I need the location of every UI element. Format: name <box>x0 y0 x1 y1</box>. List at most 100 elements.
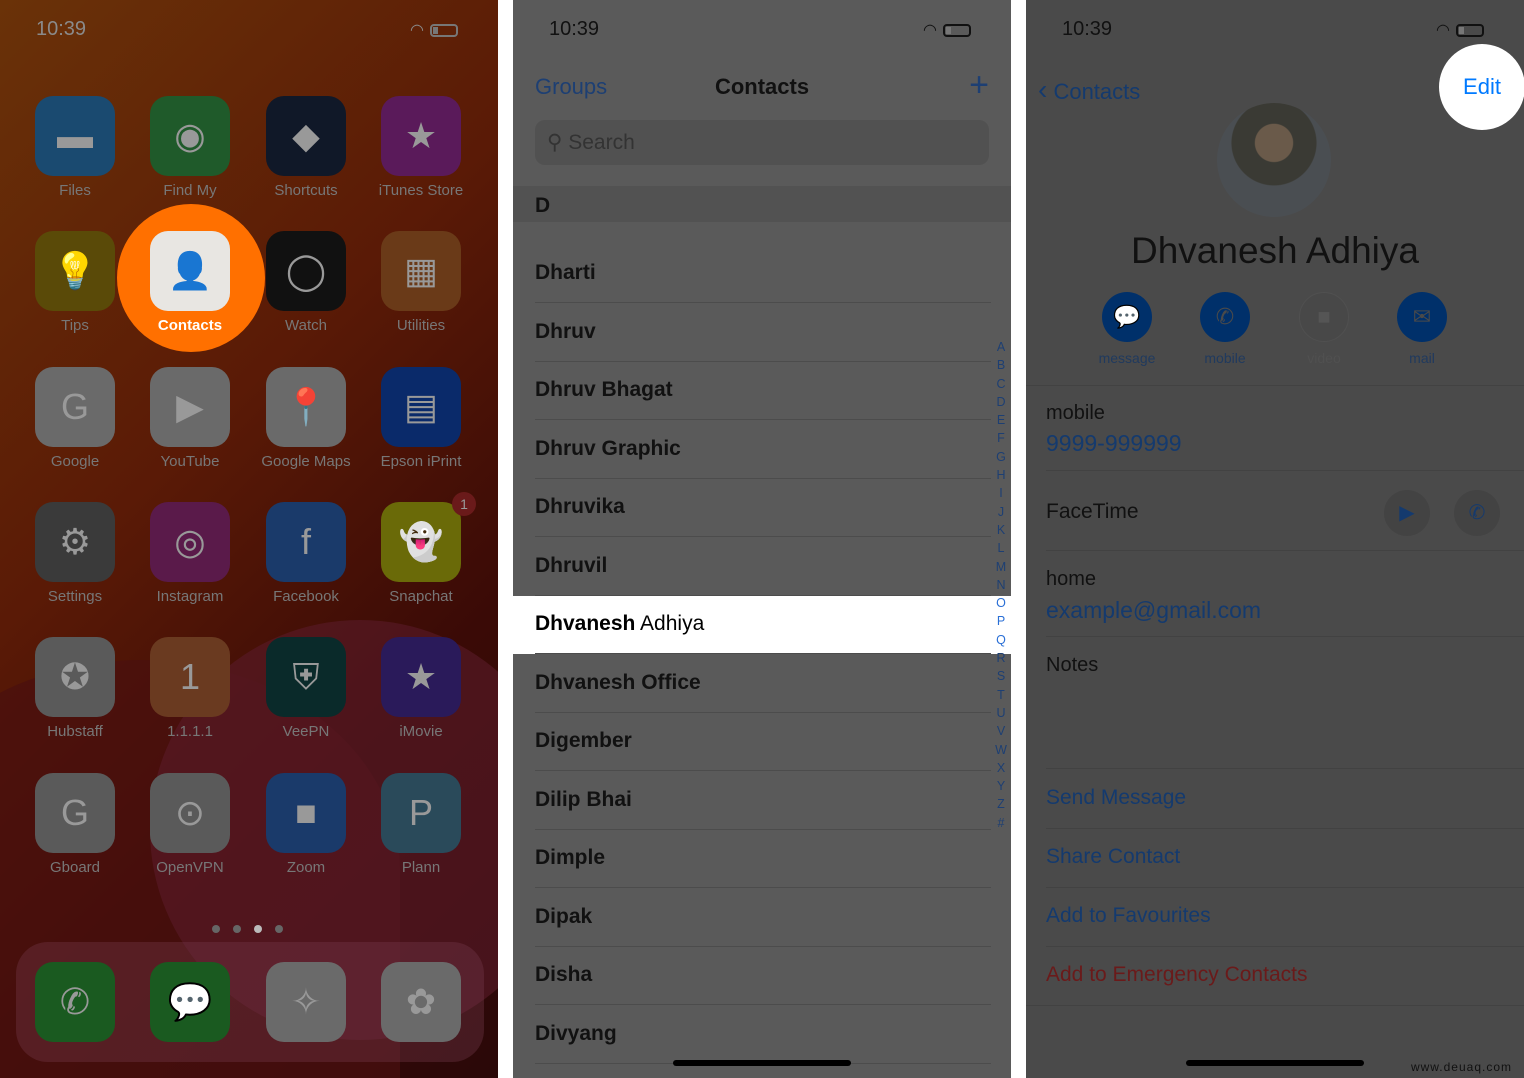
facetime-video-button[interactable]: ▶ <box>1384 490 1430 536</box>
app-label: Google <box>50 453 100 470</box>
page-indicator[interactable] <box>212 920 296 938</box>
mobile-action-button[interactable]: ✆ mobile <box>1185 292 1265 366</box>
contact-row[interactable]: Dhvanesh Adhiya <box>513 596 1011 654</box>
dock-messages[interactable]: 💬 <box>135 962 245 1042</box>
app-hubstaff[interactable]: ✪ Hubstaff <box>20 637 130 740</box>
notes-label[interactable]: Notes <box>1046 654 1098 677</box>
contact-row[interactable]: Dhvanesh Office <box>513 655 1011 713</box>
index-letter[interactable]: J <box>994 503 1008 521</box>
message-action-button[interactable]: 💬 message <box>1087 292 1167 366</box>
mail-action-button[interactable]: ✉ mail <box>1382 292 1462 366</box>
app-imovie[interactable]: ★ iMovie <box>366 637 476 740</box>
mobile-value[interactable]: 9999-999999 <box>1046 430 1182 457</box>
index-letter[interactable]: M <box>994 558 1008 576</box>
contact-row[interactable]: Dhruvika <box>513 479 1011 537</box>
send-message-link[interactable]: Send Message <box>1046 786 1186 810</box>
google-icon: G <box>35 367 115 447</box>
index-letter[interactable]: R <box>994 649 1008 667</box>
index-letter[interactable]: X <box>994 759 1008 777</box>
index-letter[interactable]: N <box>994 576 1008 594</box>
search-input[interactable]: ⚲ Search <box>535 120 989 165</box>
home-indicator[interactable] <box>673 1060 851 1066</box>
contact-row[interactable]: Dipak <box>513 889 1011 947</box>
dock-safari[interactable]: ✧ <box>251 962 361 1042</box>
index-letter[interactable]: I <box>994 484 1008 502</box>
contact-row[interactable]: Dhruvil <box>513 538 1011 596</box>
contact-row[interactable]: Disha <box>513 947 1011 1005</box>
share-contact-link[interactable]: Share Contact <box>1046 845 1180 869</box>
index-letter[interactable]: E <box>994 411 1008 429</box>
folder-icon: ▬ <box>35 96 115 176</box>
app-watch[interactable]: ◯ Watch <box>251 231 361 334</box>
index-letter[interactable]: C <box>994 375 1008 393</box>
index-letter[interactable]: Q <box>994 631 1008 649</box>
app-snapchat[interactable]: 👻 Snapchat 1 <box>366 492 476 605</box>
contact-row[interactable]: Dimple <box>513 830 1011 888</box>
app-instagram[interactable]: ◎ Instagram <box>135 502 245 605</box>
app-epson-iprint[interactable]: ▤ Epson iPrint <box>366 367 476 470</box>
video-action-button[interactable]: ■ video <box>1284 292 1364 366</box>
app-google[interactable]: G Google <box>20 367 130 470</box>
index-letter[interactable]: T <box>994 686 1008 704</box>
app-settings[interactable]: ⚙ Settings <box>20 502 130 605</box>
add-to-favourites-link[interactable]: Add to Favourites <box>1046 904 1211 928</box>
index-letter[interactable]: K <box>994 521 1008 539</box>
contact-row[interactable]: Digember <box>513 713 1011 771</box>
camera-icon: ◎ <box>150 502 230 582</box>
app-gboard[interactable]: G Gboard <box>20 773 130 876</box>
facetime-audio-button[interactable]: ✆ <box>1454 490 1500 536</box>
index-letter[interactable]: F <box>994 429 1008 447</box>
keyhole-icon: ⊙ <box>150 773 230 853</box>
email-value[interactable]: example@gmail.com <box>1046 597 1261 624</box>
app-facebook[interactable]: f Facebook <box>251 502 361 605</box>
contact-row[interactable]: Dhruv <box>513 304 1011 362</box>
app-1-1-1-1[interactable]: 1 1.1.1.1 <box>135 637 245 740</box>
app-veepn[interactable]: ⛨ VeePN <box>251 637 361 740</box>
back-button[interactable]: ‹ Contacts <box>1038 74 1140 106</box>
edit-button[interactable]: Edit <box>1439 44 1524 130</box>
index-letter[interactable]: S <box>994 667 1008 685</box>
index-letter[interactable]: P <box>994 612 1008 630</box>
index-letter[interactable]: O <box>994 594 1008 612</box>
app-shortcuts[interactable]: ◆ Shortcuts <box>251 96 361 199</box>
app-itunes-store[interactable]: ★ iTunes Store <box>366 96 476 199</box>
add-to-emergency-link[interactable]: Add to Emergency Contacts <box>1046 963 1307 987</box>
app-google-maps[interactable]: 📍 Google Maps <box>251 367 361 470</box>
index-letter[interactable]: # <box>994 814 1008 832</box>
contact-row[interactable]: Dharti <box>513 245 1011 303</box>
app-utilities[interactable]: ▦ Utilities <box>366 231 476 334</box>
section-index[interactable]: A B C D E F G H I J K L M N O P Q R S T U V W X Y Z # <box>994 338 1008 832</box>
dock-phone[interactable]: ✆ <box>20 962 130 1042</box>
index-letter[interactable]: A <box>994 338 1008 356</box>
add-contact-button[interactable]: + <box>969 66 989 105</box>
app-plann[interactable]: P Plann <box>366 773 476 876</box>
contact-row[interactable]: Dhruv Graphic <box>513 421 1011 479</box>
chevron-left-icon: ‹ <box>1038 74 1048 105</box>
app-label: Plann <box>401 859 441 876</box>
find-my-icon: ◉ <box>150 96 230 176</box>
app-zoom[interactable]: ■ Zoom <box>251 773 361 876</box>
contact-row[interactable]: Divyang <box>513 1006 1011 1064</box>
app-contacts[interactable]: 👤 Contacts <box>135 231 245 334</box>
index-letter[interactable]: Z <box>994 795 1008 813</box>
index-letter[interactable]: U <box>994 704 1008 722</box>
app-files[interactable]: ▬ Files <box>20 96 130 199</box>
app-tips[interactable]: 💡 Tips <box>20 231 130 334</box>
index-letter[interactable]: Y <box>994 777 1008 795</box>
home-indicator[interactable] <box>1186 1060 1364 1066</box>
contact-row[interactable]: Dilip Bhai <box>513 772 1011 830</box>
dock-photos[interactable]: ✿ <box>366 962 476 1042</box>
app-youtube[interactable]: ▶ YouTube <box>135 367 245 470</box>
contact-row[interactable]: Dhruv Bhagat <box>513 362 1011 420</box>
index-letter[interactable]: H <box>994 466 1008 484</box>
index-letter[interactable]: V <box>994 722 1008 740</box>
app-openvpn[interactable]: ⊙ OpenVPN <box>135 773 245 876</box>
index-letter[interactable]: B <box>994 356 1008 374</box>
groups-button[interactable]: Groups <box>535 74 607 100</box>
index-letter[interactable]: L <box>994 539 1008 557</box>
app-label: Files <box>59 182 91 199</box>
index-letter[interactable]: G <box>994 448 1008 466</box>
app-find-my[interactable]: ◉ Find My <box>135 96 245 199</box>
index-letter[interactable]: D <box>994 393 1008 411</box>
index-letter[interactable]: W <box>994 741 1008 759</box>
